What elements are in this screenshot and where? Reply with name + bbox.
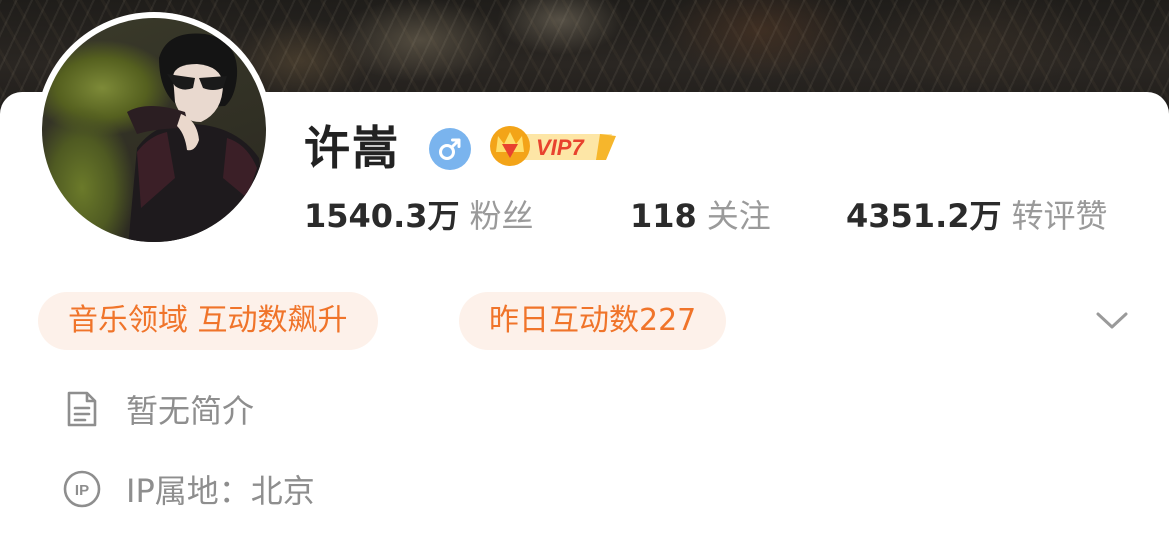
stat-label: 粉丝 [469,197,534,235]
stat-value: 4351.2万 [846,197,1002,235]
document-icon [62,389,102,429]
chevron-down-icon[interactable] [1092,306,1132,334]
profile-name: 许嵩 [304,121,400,175]
profile-page: 许嵩 VIP7 1540.3万 粉丝 118 关注 4351.2万 转评赞 音乐… [0,0,1169,541]
stat-value: 1540.3万 [304,197,460,235]
tag-music-domain[interactable]: 音乐领域 互动数飙升 [38,292,378,350]
stat-label: 关注 [706,197,771,235]
stat-value: 118 [630,197,697,235]
vip-crown-icon [490,126,530,166]
male-icon [429,128,471,170]
ip-icon: IP [62,469,102,509]
vip-label: VIP7 [536,135,585,160]
avatar-photo [127,33,266,242]
stat-label: 转评赞 [1011,197,1108,235]
ip-location-text: IP属地：北京 [126,472,315,510]
stat-followers[interactable]: 1540.3万 粉丝 [304,194,534,244]
bio-row: 暂无简介 [62,386,254,432]
stat-following[interactable]: 118 关注 [630,194,771,244]
avatar[interactable] [36,12,272,248]
tag-yesterday-interactions[interactable]: 昨日互动数227 [459,292,727,350]
svg-text:IP: IP [75,482,89,499]
stat-interactions[interactable]: 4351.2万 转评赞 [846,194,1108,244]
bio-text: 暂无简介 [126,392,255,430]
vip-badge[interactable]: VIP7 [488,122,616,170]
ip-row: IP IP属地：北京 [62,466,315,512]
